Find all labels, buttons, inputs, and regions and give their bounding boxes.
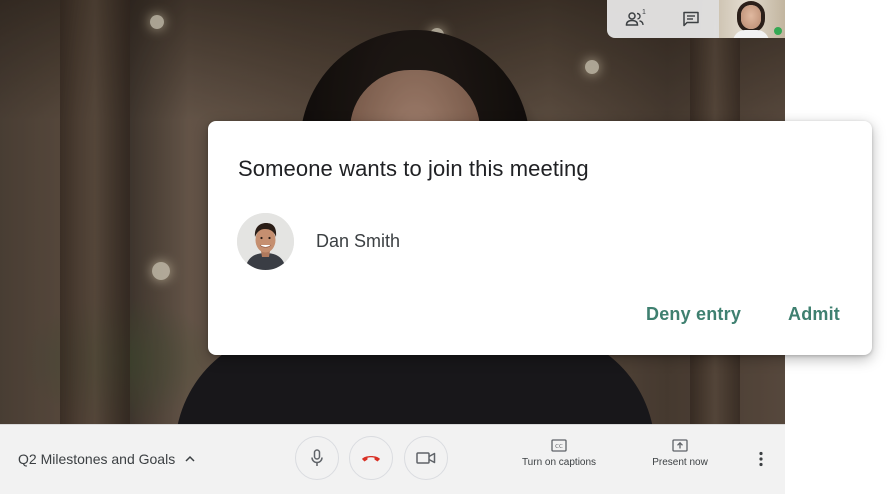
join-request-dialog: Someone wants to join this meeting Dan S…	[208, 121, 872, 355]
camera-icon	[416, 452, 436, 464]
chevron-up-icon	[185, 455, 195, 462]
self-view-thumbnail[interactable]	[719, 0, 785, 38]
mic-button[interactable]	[295, 436, 339, 480]
requester-avatar	[237, 213, 294, 270]
dialog-title: Someone wants to join this meeting	[238, 156, 589, 181]
self-view-body	[733, 30, 769, 38]
mic-icon	[311, 449, 323, 466]
present-icon	[672, 439, 688, 452]
present-now-button[interactable]: Present now	[630, 439, 730, 468]
hang-up-button[interactable]	[349, 436, 393, 480]
admit-button[interactable]: Admit	[788, 304, 840, 325]
hang-up-icon	[362, 456, 380, 462]
captions-label: Turn on captions	[521, 457, 597, 468]
deny-entry-button[interactable]: Deny entry	[646, 304, 741, 325]
requester-name: Dan Smith	[316, 231, 401, 251]
people-button[interactable]: 1	[607, 0, 663, 38]
chat-icon	[683, 11, 699, 27]
participant-count: 1	[642, 9, 646, 16]
mic-active-indicator	[774, 27, 782, 35]
meeting-title: Q2 Milestones and Goals	[18, 451, 176, 467]
more-vert-icon	[759, 451, 763, 467]
camera-button[interactable]	[404, 436, 448, 480]
captions-icon: CC	[551, 439, 567, 452]
more-options-button[interactable]	[751, 447, 771, 471]
self-view-head	[741, 5, 761, 29]
svg-text:CC: CC	[555, 444, 563, 450]
meeting-details-toggle[interactable]: Q2 Milestones and Goals	[18, 451, 196, 467]
present-label: Present now	[652, 457, 708, 468]
chat-button[interactable]	[663, 0, 719, 38]
requester-photo	[237, 213, 294, 270]
bottom-control-bar: Q2 Milestones and Goals CC Turn on capti…	[0, 424, 785, 494]
captions-button[interactable]: CC Turn on captions	[509, 439, 609, 468]
